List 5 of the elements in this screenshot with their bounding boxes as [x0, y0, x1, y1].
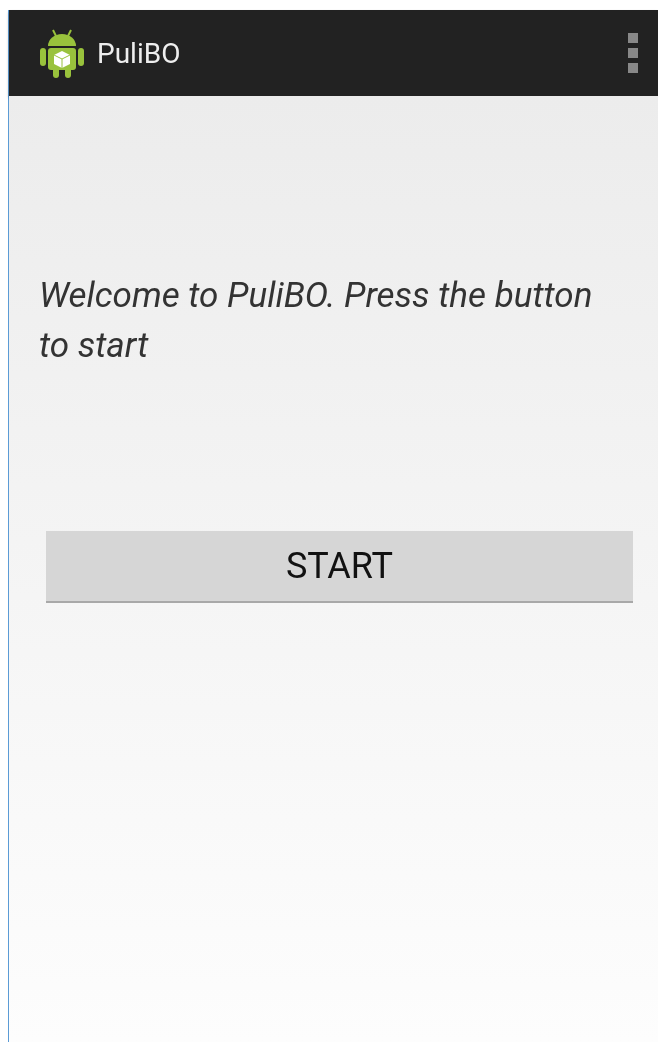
welcome-text: Welcome to PuliBO. Press the button to start: [39, 274, 594, 368]
app-title: PuliBO: [97, 36, 182, 70]
overflow-menu-icon[interactable]: [628, 33, 638, 73]
start-button[interactable]: START: [46, 531, 633, 603]
android-robot-icon: [39, 27, 85, 79]
